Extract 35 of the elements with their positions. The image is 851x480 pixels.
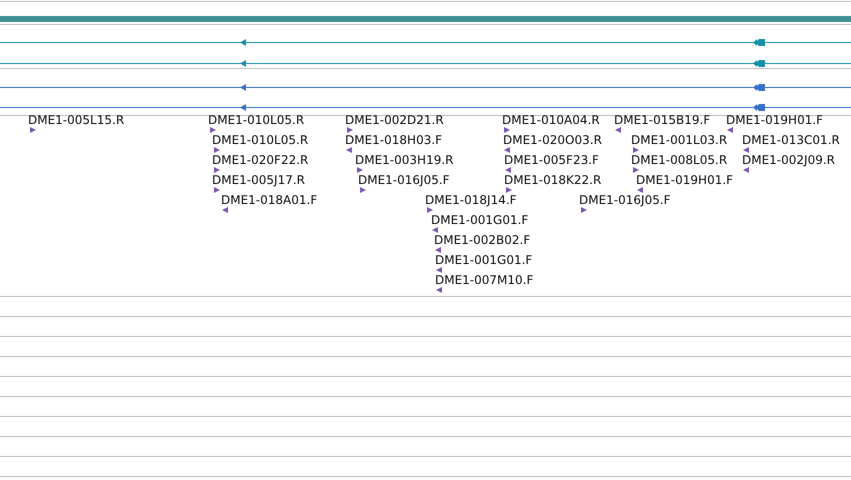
clone-label[interactable]: DME1-010L05.R <box>208 113 304 127</box>
clone-label[interactable]: DME1-020O03.R <box>503 133 602 147</box>
clone-label[interactable]: DME1-001L03.R <box>631 133 728 147</box>
clone-label[interactable]: DME1-001G01.F <box>435 253 532 267</box>
clone-label[interactable]: DME1-001G01.F <box>431 213 528 227</box>
arrow-cluster-icon <box>753 103 765 112</box>
clone-label[interactable]: DME1-018K22.R <box>504 173 602 187</box>
reverse-arrow-icon <box>240 103 246 112</box>
clone-label[interactable]: DME1-010A04.R <box>502 113 600 127</box>
arrow-cluster-icon <box>753 83 765 92</box>
clone-label[interactable]: DME1-008L05.R <box>631 153 728 167</box>
clone-label[interactable]: DME1-015B19.F <box>614 113 710 127</box>
arrow-cluster-icon <box>753 38 765 47</box>
clone-label[interactable]: DME1-007M10.F <box>435 273 534 287</box>
clone-label[interactable]: DME1-005F23.F <box>504 153 599 167</box>
clone-label[interactable]: DME1-003H19.R <box>355 153 454 167</box>
clone-label[interactable]: DME1-020F22.R <box>212 153 308 167</box>
clone-label[interactable]: DME1-005J17.R <box>212 173 306 187</box>
reverse-arrow-icon <box>240 59 246 68</box>
reverse-arrow-icon <box>240 38 246 47</box>
reverse-arrow-icon <box>240 83 246 92</box>
clone-label[interactable]: DME1-019H01.F <box>726 113 824 127</box>
clone-label[interactable]: DME1-016J05.F <box>579 193 671 207</box>
clone-label[interactable]: DME1-016J05.F <box>358 173 450 187</box>
clone-label[interactable]: DME1-010L05.R <box>212 133 308 147</box>
clone-label[interactable]: DME1-018H03.F <box>345 133 442 147</box>
clone-label[interactable]: DME1-019H01.F <box>636 173 734 187</box>
clone-label[interactable]: DME1-018A01.F <box>221 193 318 207</box>
clone-label[interactable]: DME1-013C01.R <box>742 133 840 147</box>
arrow-cluster-icon <box>753 59 765 68</box>
clone-label[interactable]: DME1-002J09.R <box>742 153 836 167</box>
clone-label[interactable]: DME1-018J14.F <box>425 193 517 207</box>
clone-label[interactable]: DME1-005L15.R <box>28 113 124 127</box>
clone-label[interactable]: DME1-002B02.F <box>434 233 530 247</box>
clone-label[interactable]: DME1-002D21.R <box>345 113 444 127</box>
